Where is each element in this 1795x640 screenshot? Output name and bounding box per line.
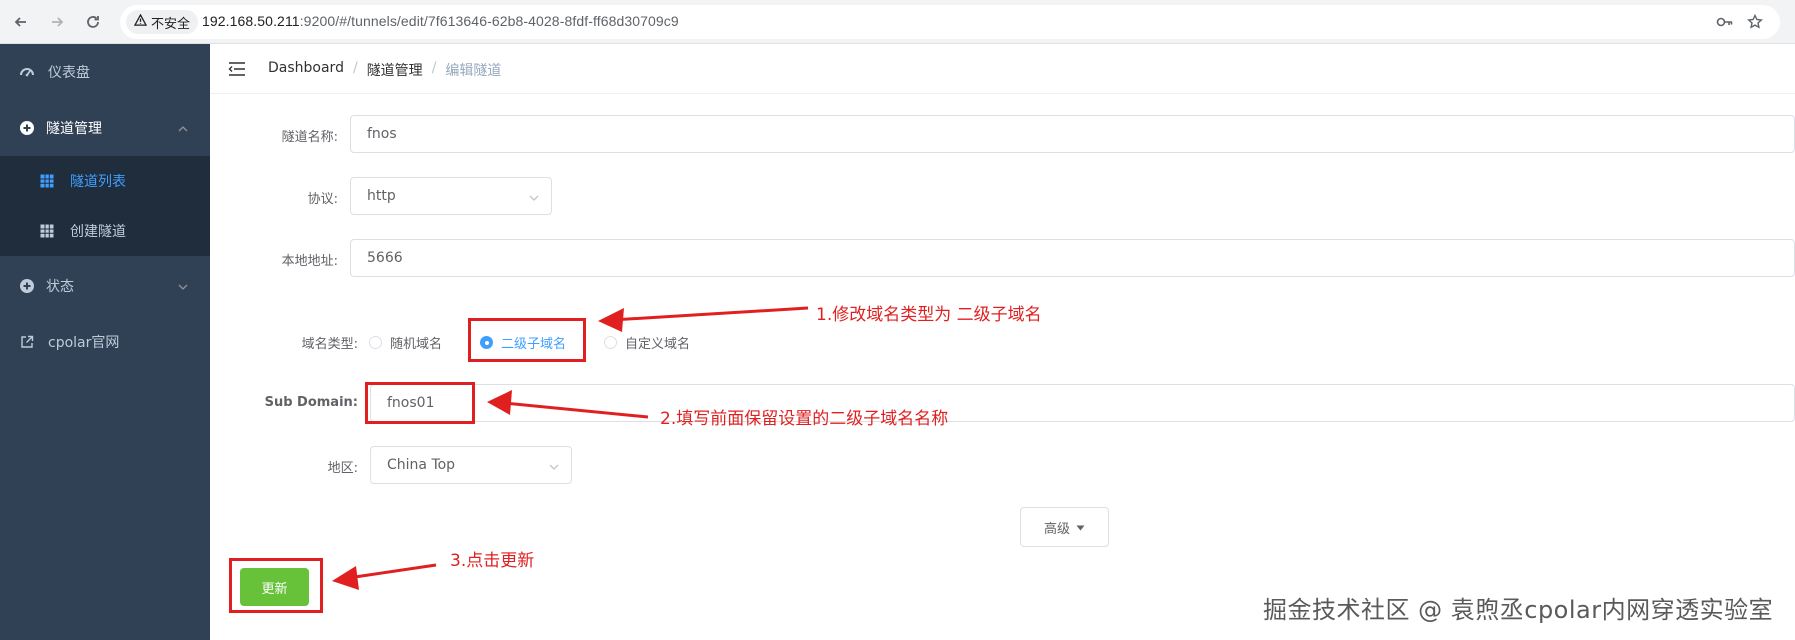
bookmark-star-icon[interactable] <box>1745 12 1765 32</box>
advanced-button[interactable]: 高级 <box>1020 507 1109 547</box>
radio-random-domain[interactable]: 随机域名 <box>369 333 442 352</box>
sidebar-item-tunnels[interactable]: 隧道管理 <box>0 100 210 156</box>
annotation-box-update <box>229 558 323 613</box>
local-address-input[interactable]: 5666 <box>350 239 1795 277</box>
sub-item-label: 隧道列表 <box>70 174 126 190</box>
tunnel-name-label: 隧道名称: <box>281 130 338 145</box>
reload-icon[interactable] <box>80 9 106 35</box>
annotation-3: 3.点击更新 <box>450 551 535 571</box>
domain-type-label: 域名类型: <box>301 337 358 352</box>
navbar: Dashboard / 隧道管理 / 编辑隧道 <box>210 44 1795 94</box>
subdomain-label: Sub Domain: <box>264 395 358 410</box>
radio-label: 自定义域名 <box>625 337 691 352</box>
url-host: 192.168.50.211 <box>202 13 300 29</box>
security-label: 不安全 <box>151 16 191 32</box>
grid-icon <box>40 174 54 188</box>
annotation-1: 1.修改域名类型为 二级子域名 <box>816 305 1042 325</box>
warning-icon <box>133 13 148 31</box>
region-select[interactable]: China Top <box>370 446 572 484</box>
menu-fold-icon[interactable] <box>228 60 246 78</box>
radio-circle <box>369 336 382 349</box>
breadcrumb-separator: / <box>352 60 358 76</box>
tunnel-name-input[interactable]: fnos <box>350 115 1795 153</box>
radio-label: 随机域名 <box>390 337 443 352</box>
sub-item-label: 创建隧道 <box>70 224 126 240</box>
sidebar-item-label: 状态 <box>46 279 74 295</box>
watermark: 掘金技术社区 @ 袁煦丞cpolar内网穿透实验室 <box>1263 596 1774 624</box>
arrow-1 <box>598 306 809 332</box>
back-icon[interactable] <box>8 9 34 35</box>
protocol-select[interactable]: http <box>350 177 552 215</box>
breadcrumb-dashboard[interactable]: Dashboard <box>268 60 344 80</box>
sidebar-item-create-tunnel[interactable]: 创建隧道 <box>0 206 210 256</box>
annotation-box-domain-type <box>468 318 586 362</box>
sidebar: 仪表盘 隧道管理 隧道列表 创建隧道 状态 cpolar官网 <box>0 44 210 640</box>
subdomain-input[interactable]: fnos01 <box>370 384 1795 422</box>
sidebar-item-label: 仪表盘 <box>48 65 90 81</box>
tunnel-submenu: 隧道列表 创建隧道 <box>0 156 210 256</box>
annotation-2: 2.填写前面保留设置的二级子域名名称 <box>660 409 949 429</box>
tunnel-icon <box>19 120 35 136</box>
status-icon <box>19 278 35 294</box>
chevron-down-icon <box>549 460 559 470</box>
forward-icon[interactable] <box>44 9 70 35</box>
sidebar-item-label: cpolar官网 <box>48 335 120 351</box>
tunnel-name-value: fnos <box>367 126 397 142</box>
local-address-label: 本地地址: <box>281 254 338 269</box>
protocol-label: 协议: <box>307 192 338 207</box>
region-value: China Top <box>387 457 456 473</box>
chevron-down-icon <box>178 280 188 293</box>
key-icon[interactable] <box>1715 12 1735 32</box>
url-path: :9200/#/tunnels/edit/7f613646-62b8-4028-… <box>299 13 679 29</box>
caret-down-icon <box>1076 520 1085 535</box>
sidebar-item-label: 隧道管理 <box>46 121 102 137</box>
sidebar-item-dashboard[interactable]: 仪表盘 <box>0 44 210 100</box>
breadcrumb-separator: / <box>431 60 437 76</box>
dashboard-icon <box>19 64 35 80</box>
chevron-down-icon <box>529 191 539 201</box>
sidebar-item-cpolar-site[interactable]: cpolar官网 <box>0 314 210 370</box>
address-bar[interactable]: 不安全 192.168.50.211:9200/#/tunnels/edit/7… <box>120 5 1780 39</box>
grid-icon <box>40 224 54 238</box>
external-link-icon <box>19 334 35 350</box>
arrow-3 <box>332 563 437 590</box>
annotation-box-subdomain <box>365 382 475 424</box>
breadcrumb-tunnels[interactable]: 隧道管理 <box>367 60 423 80</box>
chevron-up-icon <box>178 122 188 135</box>
url-text[interactable]: 192.168.50.211:9200/#/tunnels/edit/7f613… <box>202 13 679 29</box>
security-chip[interactable]: 不安全 <box>126 10 199 34</box>
browser-toolbar: 不安全 192.168.50.211:9200/#/tunnels/edit/7… <box>0 0 1795 44</box>
region-label: 地区: <box>327 461 358 476</box>
sidebar-item-tunnel-list[interactable]: 隧道列表 <box>0 156 210 206</box>
advanced-label: 高级 <box>1043 521 1070 537</box>
radio-circle <box>604 336 617 349</box>
sidebar-item-status[interactable]: 状态 <box>0 258 210 314</box>
radio-custom-domain[interactable]: 自定义域名 <box>604 333 690 352</box>
breadcrumb: Dashboard / 隧道管理 / 编辑隧道 <box>268 60 501 80</box>
local-address-value: 5666 <box>367 250 403 266</box>
breadcrumb-current: 编辑隧道 <box>445 63 502 79</box>
protocol-value: http <box>367 188 396 204</box>
